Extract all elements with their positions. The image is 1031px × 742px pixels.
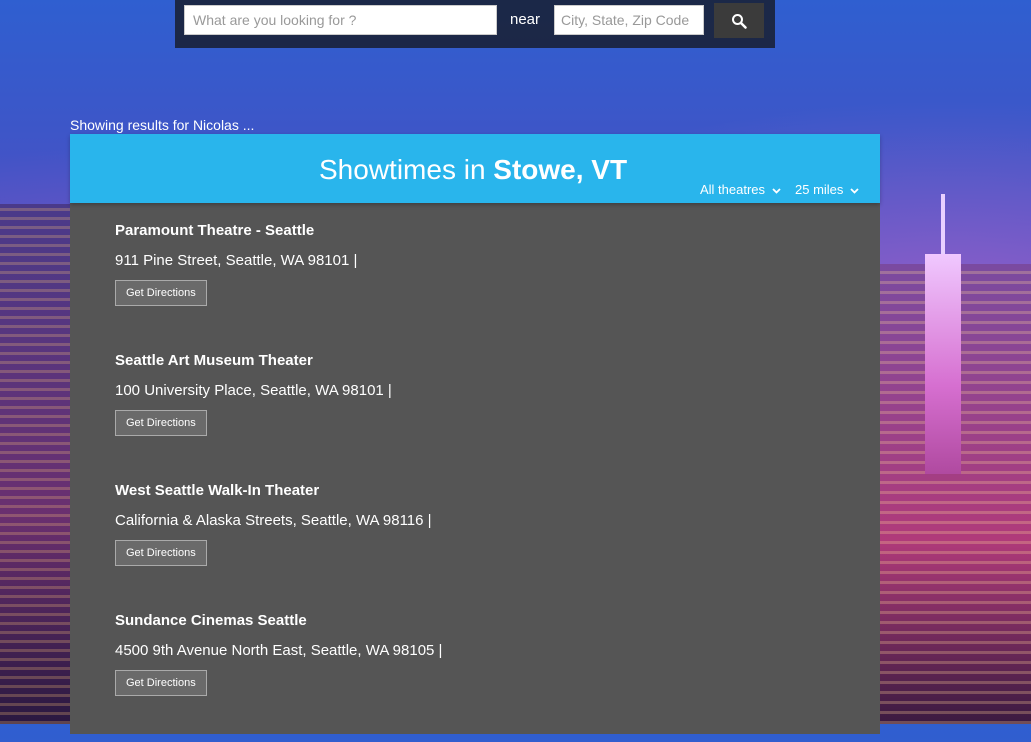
search-icon — [732, 13, 747, 29]
theater-address: 4500 9th Avenue North East, Seattle, WA … — [115, 642, 443, 659]
location-input[interactable] — [554, 5, 704, 35]
get-directions-button[interactable]: Get Directions — [115, 540, 207, 566]
skyline-left — [0, 204, 75, 724]
theater-name[interactable]: Seattle Art Museum Theater — [115, 352, 313, 369]
theater-name[interactable]: Paramount Theatre - Seattle — [115, 222, 314, 239]
theater-list: Paramount Theatre - Seattle 911 Pine Str… — [115, 222, 835, 742]
theater-name[interactable]: West Seattle Walk-In Theater — [115, 482, 319, 499]
search-input[interactable] — [184, 5, 497, 35]
results-summary: Showing results for Nicolas ... — [70, 117, 255, 133]
get-directions-button[interactable]: Get Directions — [115, 670, 207, 696]
theater-name[interactable]: Sundance Cinemas Seattle — [115, 612, 307, 629]
near-label: near — [510, 11, 541, 28]
distance-filter-label: 25 miles — [795, 182, 844, 197]
tower-spire — [941, 194, 945, 254]
title-prefix: Showtimes in — [319, 154, 486, 185]
theater-address: 911 Pine Street, Seattle, WA 98101 | — [115, 252, 358, 269]
search-bar: near — [175, 0, 775, 48]
theater-item: West Seattle Walk-In Theater California … — [115, 482, 835, 612]
chevron-down-icon — [772, 187, 781, 194]
theatre-filter-dropdown[interactable]: All theatres — [700, 182, 781, 197]
theatre-filter-label: All theatres — [700, 182, 766, 197]
panel-header: Showtimes in Stowe, VT All theatres 25 m… — [70, 134, 880, 203]
theater-item: Paramount Theatre - Seattle 911 Pine Str… — [115, 222, 835, 352]
get-directions-button[interactable]: Get Directions — [115, 410, 207, 436]
showtimes-panel: Showtimes in Stowe, VT All theatres 25 m… — [70, 134, 880, 734]
chevron-down-icon — [850, 187, 859, 194]
search-button[interactable] — [714, 3, 764, 38]
empire-state-building — [925, 254, 961, 474]
distance-filter-dropdown[interactable]: 25 miles — [795, 182, 859, 197]
theater-address: California & Alaska Streets, Seattle, WA… — [115, 512, 432, 529]
get-directions-button[interactable]: Get Directions — [115, 280, 207, 306]
page-title: Showtimes in Stowe, VT — [319, 154, 627, 186]
title-city: Stowe, VT — [493, 154, 628, 185]
theater-item: Sundance Cinemas Seattle 4500 9th Avenue… — [115, 612, 835, 742]
theater-item: Seattle Art Museum Theater 100 Universit… — [115, 352, 835, 482]
theater-address: 100 University Place, Seattle, WA 98101 … — [115, 382, 392, 399]
